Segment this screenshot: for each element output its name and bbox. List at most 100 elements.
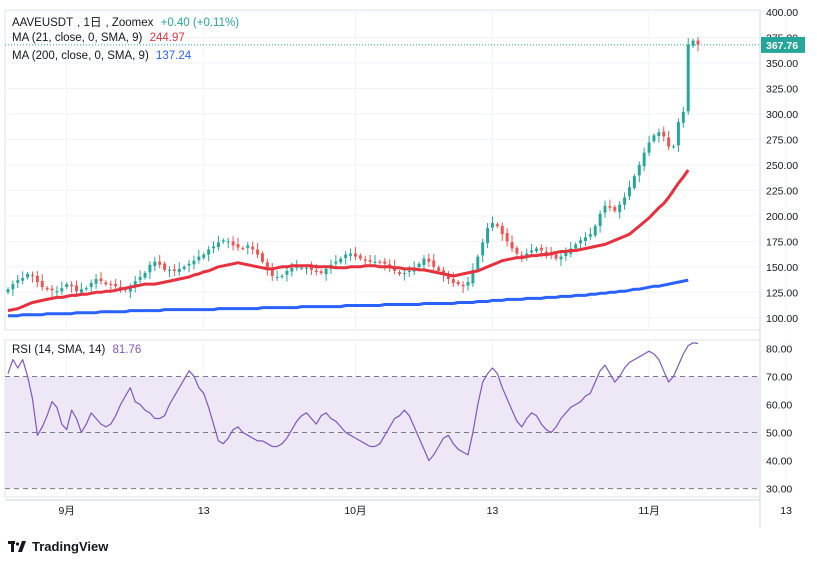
candle-body (6, 289, 10, 293)
candle-body (212, 246, 215, 249)
candle-body (598, 213, 602, 227)
candle-body (476, 256, 480, 270)
time-tick-label: 13 (487, 505, 499, 517)
rsi-tick-label: 80.00 (766, 343, 792, 355)
candle-body (231, 241, 235, 246)
candle-body (608, 206, 612, 208)
candle-body (539, 247, 543, 251)
time-tick-label: 11月 (638, 505, 659, 517)
candle-body (593, 226, 597, 236)
candle-body (314, 270, 318, 272)
rsi-tick-label: 30.00 (766, 484, 792, 496)
price-tick-label: 300.00 (766, 109, 798, 121)
chart-stage[interactable]: 100.00 125.00 150.00 175.00 200.00 225.00 250.… (0, 0, 817, 560)
time-tick-label: 13 (198, 505, 210, 517)
candle-body (662, 131, 666, 137)
candle-body (437, 267, 441, 271)
rsi-legend[interactable]: RSI (14, SMA, 14) 81.76 (12, 344, 145, 356)
candle-body (158, 261, 162, 265)
candle-body (349, 253, 353, 256)
candle-body (422, 258, 426, 265)
candle-body (202, 254, 206, 258)
candle-body (168, 269, 171, 271)
candle-body (554, 254, 558, 259)
candle-body (402, 272, 406, 274)
rsi-label: RSI (14, SMA, 14) (12, 344, 106, 356)
candle-body (456, 281, 460, 285)
candle-body (35, 275, 39, 283)
candle-body (246, 245, 250, 248)
candle-body (515, 247, 519, 254)
candle-body (285, 270, 289, 275)
candle-body (143, 272, 147, 278)
candle-body (618, 204, 622, 212)
candle-body (520, 254, 524, 256)
candle-body (55, 291, 59, 293)
rsi-tick-label: 60.00 (766, 399, 792, 411)
chart-svg[interactable]: 100.00 125.00 150.00 175.00 200.00 225.00 250.… (0, 0, 817, 560)
ma200-label: MA (200, close, 0, SMA, 9) (12, 50, 149, 62)
last-price-label: 367.76 (766, 40, 798, 52)
candle-body (574, 244, 578, 249)
candle-body (505, 232, 509, 242)
price-tick-label: 200.00 (766, 211, 798, 223)
candle-body (696, 40, 700, 45)
time-tick-label: 13 (780, 505, 792, 517)
candle-body (216, 242, 220, 248)
price-change: +0.40 (+0.11%) (160, 17, 240, 29)
ma21-legend[interactable]: MA (21, close, 0, SMA, 9) 244.97 (12, 32, 189, 44)
price-tick-label: 175.00 (766, 236, 798, 248)
candle-body (21, 278, 25, 281)
candle-body (486, 228, 490, 243)
candle-body (221, 240, 225, 242)
candle-body (461, 284, 465, 287)
candle-body (256, 249, 260, 255)
candle-body (530, 250, 534, 253)
candle-body (603, 205, 607, 213)
candle-body (495, 224, 499, 227)
candle-body (344, 254, 348, 259)
candle-body (153, 261, 157, 266)
candle-body (75, 285, 78, 292)
price-tick-label: 325.00 (766, 83, 798, 95)
candle-body (148, 264, 152, 273)
candle-body (114, 283, 118, 287)
candle-body (647, 142, 651, 153)
candle-body (637, 164, 641, 176)
candle-body (407, 270, 411, 272)
candle-body (368, 260, 372, 262)
interval-label[interactable]: 1日 (84, 17, 102, 29)
candle-body (535, 248, 538, 252)
candle-body (579, 240, 583, 244)
candle-body (623, 197, 627, 205)
candle-body (676, 122, 680, 146)
candle-body (70, 284, 74, 287)
candle-body (481, 242, 485, 256)
candle-body (432, 260, 436, 267)
symbol-legend: AAVEUSDT, 1日, Zoomex +0.40 (+0.11%) (12, 17, 240, 29)
price-tick-label: 100.00 (766, 313, 798, 325)
symbol-name[interactable]: AAVEUSDT (12, 17, 73, 29)
candle-body (99, 278, 103, 282)
price-tick-label: 400.00 (766, 7, 798, 19)
candle-body (79, 289, 83, 293)
candle-body (31, 275, 34, 277)
ma200-legend[interactable]: MA (200, close, 0, SMA, 9) 137.24 (12, 50, 195, 62)
candle-body (16, 280, 20, 283)
candle-body (427, 258, 431, 262)
rsi-value: 81.76 (112, 344, 142, 356)
candle-body (363, 259, 367, 261)
candle-body (60, 288, 64, 292)
candle-body (290, 267, 294, 272)
candle-body (138, 277, 142, 280)
candle-body (334, 261, 338, 264)
candle-body (652, 135, 656, 142)
candle-body (613, 207, 617, 211)
candle-body (559, 256, 563, 260)
tradingview-brand[interactable]: TradingView (8, 539, 108, 554)
candle-body (466, 282, 470, 286)
rsi-tick-label: 70.00 (766, 371, 792, 383)
ma200-value: 137.24 (155, 50, 192, 62)
candle-body (417, 263, 421, 268)
ma200-line (8, 278, 689, 318)
